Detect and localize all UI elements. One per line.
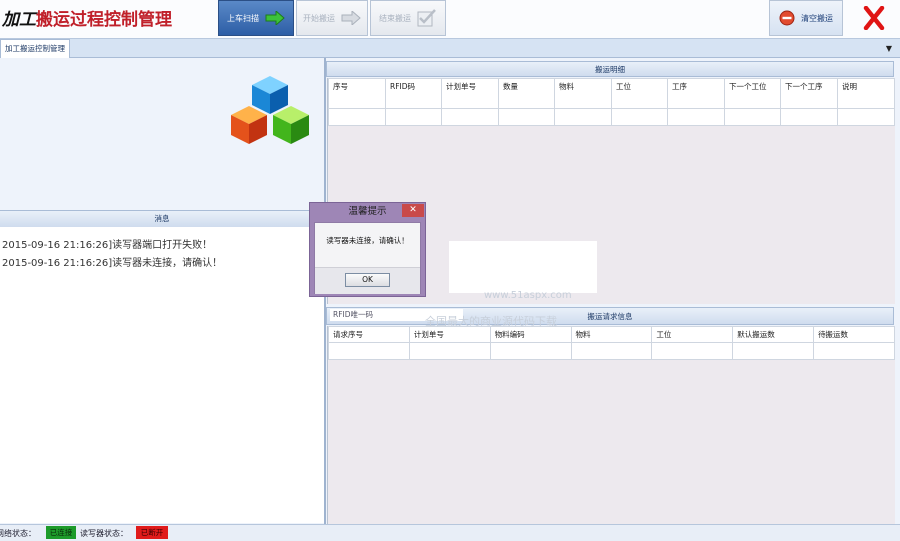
messages-header: 消息 <box>0 210 324 228</box>
end-button[interactable]: 结束搬运 <box>370 0 446 36</box>
cubes-icon <box>231 76 309 144</box>
start-button[interactable]: 开始搬运 <box>296 0 368 36</box>
column-header[interactable]: 工序 <box>667 78 725 109</box>
dialog-body: 读写器未连接，请确认！ OK <box>314 222 421 294</box>
arrow-right-icon <box>341 11 361 25</box>
tab-dropdown-button[interactable]: ▼ <box>882 40 896 56</box>
scan-button[interactable]: 上车扫描 <box>218 0 294 36</box>
arrow-right-icon <box>265 11 285 25</box>
column-header[interactable]: 下一个工位 <box>724 78 781 109</box>
ok-button[interactable]: OK <box>345 273 390 287</box>
close-icon <box>863 6 885 30</box>
request-header-row: 请求序号 计划单号 物料编码 物料 工位 默认搬运数 待搬运数 <box>328 326 895 343</box>
reader-status-badge: 已断开 <box>136 526 168 539</box>
close-icon: ✕ <box>409 205 417 215</box>
message-line: 2015-09-16 21:16:26]读写器未连接，请确认！ <box>2 258 223 269</box>
dialog-close-button[interactable]: ✕ <box>402 204 424 217</box>
app-title-main: 搬运过程控制管理 <box>36 10 172 30</box>
dialog-message: 读写器未连接，请确认！ <box>326 236 409 245</box>
detail-header: 搬运明细 <box>326 61 894 77</box>
scan-button-label: 上车扫描 <box>227 13 259 23</box>
messages-log[interactable]: 2015-09-16 21:16:26]读写器端口打开失败！ 2015-09-1… <box>0 227 324 523</box>
clear-button[interactable]: 清空搬运 <box>769 0 843 36</box>
column-header[interactable]: RFID码 <box>385 78 442 109</box>
column-header[interactable]: 待搬运数 <box>813 326 895 343</box>
app-title: 加工搬运过程控制管理 <box>2 5 172 30</box>
column-header[interactable]: 默认搬运数 <box>732 326 815 343</box>
column-header[interactable]: 工位 <box>651 326 734 343</box>
table-row[interactable] <box>328 342 895 360</box>
tab-main[interactable]: 加工搬运控制管理 <box>0 39 70 58</box>
watermark-text: 全国最大的商业源代码下载 <box>425 315 557 328</box>
network-status-badge: 已连接 <box>46 526 76 539</box>
column-header[interactable]: 数量 <box>498 78 555 109</box>
watermark-url: www.51aspx.com <box>484 290 572 301</box>
close-button[interactable] <box>852 0 896 36</box>
column-header[interactable]: 工位 <box>611 78 668 109</box>
column-header[interactable]: 计划单号 <box>441 78 499 109</box>
end-button-label: 结束搬运 <box>379 13 411 23</box>
column-header[interactable]: 物料 <box>554 78 612 109</box>
tab-bar <box>0 39 900 58</box>
column-header[interactable]: 下一个工序 <box>780 78 838 109</box>
clear-button-label: 清空搬运 <box>801 13 833 23</box>
column-header[interactable]: 序号 <box>328 78 386 109</box>
logo-panel <box>0 58 324 210</box>
column-header[interactable]: 物料 <box>570 326 653 343</box>
watermark-box <box>449 241 597 293</box>
start-button-label: 开始搬运 <box>303 13 335 23</box>
message-line: 2015-09-16 21:16:26]读写器端口打开失败！ <box>2 240 213 251</box>
network-status-label: 网络状态： <box>0 529 36 538</box>
table-row[interactable] <box>328 108 895 126</box>
column-header[interactable]: 请求序号 <box>328 326 410 343</box>
column-header[interactable]: 说明 <box>837 78 895 109</box>
status-bar: 网络状态： 已连接 读写器状态： 已断开 <box>0 524 900 541</box>
dialog-footer: OK <box>315 267 420 294</box>
checkmark-icon <box>417 9 436 27</box>
reader-status-label: 读写器状态： <box>80 529 128 538</box>
request-table: 请求序号 计划单号 物料编码 物料 工位 默认搬运数 待搬运数 <box>328 326 895 360</box>
app-title-prefix: 加工 <box>2 10 36 30</box>
alert-dialog: 温馨提示 ✕ 读写器未连接，请确认！ OK <box>309 202 426 297</box>
no-entry-icon <box>779 10 795 26</box>
detail-table: 序号 RFID码 计划单号 数量 物料 工位 工序 下一个工位 下一个工序 说明 <box>328 78 895 126</box>
chevron-down-icon: ▼ <box>885 43 893 53</box>
detail-header-row: 序号 RFID码 计划单号 数量 物料 工位 工序 下一个工位 下一个工序 说明 <box>328 78 895 109</box>
request-grid[interactable]: 请求序号 计划单号 物料编码 物料 工位 默认搬运数 待搬运数 <box>327 326 895 524</box>
